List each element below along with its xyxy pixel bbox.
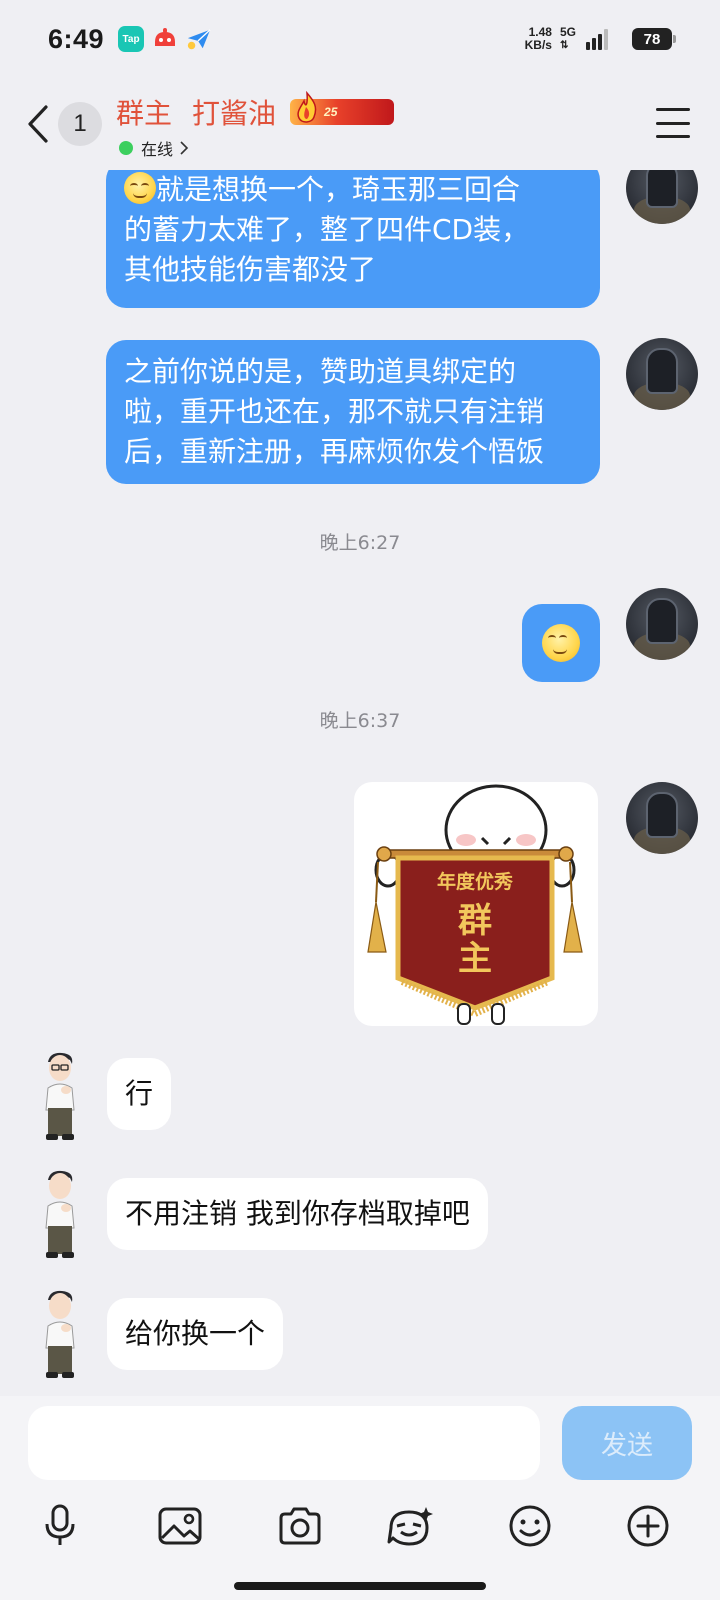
message-line: 之前你说的是，赞助道具绑定的: [124, 355, 517, 388]
contact-name: 打酱油: [192, 97, 277, 130]
group-role-label: 群主: [116, 97, 173, 130]
timestamp: 晚上6:37: [319, 710, 401, 732]
menu-icon-bar: [656, 108, 690, 111]
sticker-button[interactable]: [380, 1496, 440, 1556]
avatar[interactable]: [626, 588, 698, 660]
pennant-sticker-image: 年度优秀 群 主: [367, 784, 583, 1025]
message-bubble-received[interactable]: 给你换一个: [107, 1298, 284, 1370]
message-bubble-sent[interactable]: 之前你说的是，赞助道具绑定的 啦，重开也还在，那不就只有注销 后，重新注册，再麻…: [106, 340, 600, 484]
home-indicator[interactable]: [234, 1582, 486, 1590]
plus-icon: [627, 1505, 669, 1547]
online-status-label: 在线: [141, 140, 174, 159]
emoji-icon: [509, 1505, 551, 1547]
input-area: 发送: [0, 1396, 720, 1600]
status-app-icons: Tap: [118, 26, 212, 52]
chevron-right-icon: [180, 141, 189, 155]
smirk-emoji-icon: [542, 624, 580, 662]
avatar[interactable]: [626, 170, 698, 224]
network-type: 5G ⇅: [560, 26, 576, 52]
message-bubble-received[interactable]: 行: [107, 1058, 172, 1130]
microphone-icon: [45, 1504, 75, 1545]
online-dot-icon: [119, 141, 133, 155]
level-badge: 25: [290, 91, 395, 125]
more-button[interactable]: [618, 1496, 678, 1556]
message-list[interactable]: 就是想换一个，琦玉那三回合 的蓄力太难了，整了四件CD装， 其他技能伤害都没了 …: [0, 170, 720, 1396]
network-type-label: 5G: [559, 25, 576, 39]
timestamp: 晚上6:27: [319, 532, 401, 554]
message-line: 就是想换一个，琦玉那三回合: [124, 170, 582, 210]
cartoon-person-avatar: [45, 1290, 75, 1378]
signal-strength-icon: [586, 28, 608, 50]
flame-icon: [297, 91, 317, 123]
status-time: 6:49: [48, 23, 105, 54]
data-arrows-icon: ⇅: [559, 40, 569, 51]
message-line: 的蓄力太难了，整了四件CD装，: [124, 213, 530, 246]
message-text: 就是想换一个，琦玉那三回合: [156, 173, 521, 206]
sticker-banner-main-text-2: 主: [458, 939, 492, 979]
plane-app-icon: [186, 26, 212, 52]
menu-icon-bar: [656, 135, 690, 138]
avatar[interactable]: [32, 1288, 88, 1382]
unread-count-badge[interactable]: 1: [58, 102, 102, 146]
message-input[interactable]: [28, 1406, 540, 1480]
sticker-face-icon: [387, 1507, 433, 1546]
sticker-banner-main-text-1: 群: [458, 901, 492, 941]
red-app-icon: [152, 26, 178, 52]
battery-indicator: 78: [632, 28, 676, 50]
emoji-button[interactable]: [500, 1496, 560, 1556]
message-line: 啦，重开也还在，那不就只有注销: [124, 395, 545, 428]
back-button[interactable]: [20, 102, 56, 146]
camera-button[interactable]: [270, 1496, 330, 1556]
menu-button[interactable]: [656, 108, 690, 138]
chat-title[interactable]: 群主 打酱油 25: [116, 91, 395, 132]
network-speed: 1.48 KB/s: [525, 26, 552, 52]
message-text: 行: [125, 1077, 154, 1110]
cartoon-person-avatar: [45, 1170, 75, 1258]
message-bubble-received[interactable]: 不用注销 我到你存档取掉吧: [107, 1178, 488, 1250]
status-bar: 6:49 Tap 1.48 KB/s 5G ⇅ 78: [0, 0, 720, 78]
message-line: 其他技能伤害都没了: [124, 253, 377, 286]
network-speed-unit: KB/s: [524, 38, 552, 52]
message-bubble-sent[interactable]: [522, 604, 600, 682]
send-button[interactable]: 发送: [562, 1406, 692, 1480]
voice-button[interactable]: [30, 1496, 90, 1556]
cartoon-person-avatar: [45, 1052, 75, 1140]
avatar[interactable]: [32, 1050, 88, 1144]
smirk-emoji-icon: [124, 172, 156, 204]
message-bubble-sent[interactable]: 就是想换一个，琦玉那三回合 的蓄力太难了，整了四件CD装， 其他技能伤害都没了: [106, 170, 600, 308]
tap-app-icon: Tap: [118, 26, 145, 52]
input-toolbar: [0, 1496, 720, 1556]
sticker-message[interactable]: 年度优秀 群 主: [354, 782, 598, 1026]
message-line: 后，重新注册，再麻烦你发个悟饭: [124, 435, 545, 468]
camera-icon: [279, 1507, 321, 1545]
avatar[interactable]: [626, 782, 698, 854]
online-status[interactable]: 在线: [119, 136, 189, 160]
level-badge-text: 25: [324, 105, 338, 119]
sticker-banner-top-text: 年度优秀: [437, 870, 514, 893]
message-text: 给你换一个: [125, 1317, 266, 1350]
image-button[interactable]: [150, 1496, 210, 1556]
chevron-left-icon: [28, 105, 48, 143]
message-text: 不用注销 我到你存档取掉吧: [125, 1197, 470, 1230]
menu-icon-bar: [656, 121, 690, 125]
avatar[interactable]: [626, 338, 698, 410]
image-icon: [158, 1507, 202, 1545]
status-indicators: 1.48 KB/s 5G ⇅ 78: [525, 26, 676, 52]
avatar[interactable]: [32, 1168, 88, 1262]
chat-header: 1 群主 打酱油 25 在线: [0, 78, 720, 170]
